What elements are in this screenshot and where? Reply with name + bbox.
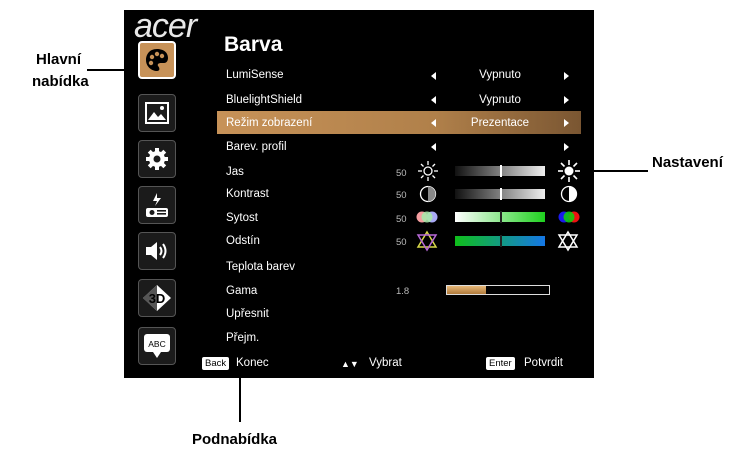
svg-text:3D: 3D [149, 291, 166, 306]
lumisense-value: Vypnuto [479, 69, 521, 81]
row-color-temperature[interactable]: Teplota barev [226, 261, 295, 273]
image-menu-button[interactable] [138, 94, 176, 132]
row-color-profile[interactable]: Barev. profil [226, 141, 287, 153]
back-key[interactable]: Back [202, 357, 230, 370]
row-reset[interactable]: Přejm. [226, 332, 259, 344]
color-profile-next-arrow[interactable] [564, 143, 569, 151]
gamma-value: 1.8 [396, 286, 410, 297]
row-advanced[interactable]: Upřesnit [226, 308, 269, 320]
tint-slider[interactable] [455, 235, 545, 247]
abc-language-icon: ABC [144, 334, 170, 358]
gear-icon [146, 148, 168, 170]
lumisense-next-arrow[interactable] [564, 72, 569, 80]
image-icon [145, 102, 169, 124]
row-gamma[interactable]: Gama [226, 285, 257, 297]
3d-menu-button[interactable]: 3D [138, 279, 176, 317]
language-menu-button[interactable]: ABC [138, 327, 176, 365]
callout-submenu-line [239, 372, 241, 422]
row-brightness[interactable]: Jas [226, 166, 244, 178]
callout-settings: Nastavení [652, 154, 723, 171]
brightness-value: 50 [396, 168, 407, 179]
color-profile-prev-arrow[interactable] [431, 143, 436, 151]
callout-main-menu-line [87, 69, 137, 71]
bluelight-next-arrow[interactable] [564, 96, 569, 104]
audio-menu-button[interactable] [138, 232, 176, 270]
callout-main-menu-line1: Hlavní [36, 51, 82, 68]
acer-logo: acer [134, 7, 197, 45]
select-arrows-icon: ▲▼ [341, 359, 359, 369]
3d-icon: 3D [143, 285, 171, 311]
enter-key[interactable]: Enter [486, 357, 515, 370]
color-menu-button[interactable] [138, 41, 176, 79]
contrast-low-icon [419, 185, 437, 203]
svg-text:ABC: ABC [148, 339, 165, 349]
callout-settings-line [580, 170, 648, 172]
power-management-icon [146, 193, 168, 217]
menu-title: Barva [224, 33, 283, 56]
row-contrast[interactable]: Kontrast [226, 188, 269, 200]
saturation-low-icon [416, 211, 438, 223]
settings-menu-button[interactable] [138, 140, 176, 178]
brightness-high-icon [558, 160, 580, 182]
saturation-value: 50 [396, 214, 407, 225]
lumisense-prev-arrow[interactable] [431, 72, 436, 80]
contrast-value: 50 [396, 190, 407, 201]
row-bluelightshield[interactable]: BluelightShield [226, 94, 302, 106]
row-saturation[interactable]: Sytost [226, 212, 258, 224]
back-label: Konec [236, 357, 269, 369]
select-label: Vybrat [369, 357, 402, 369]
display-mode-prev-arrow[interactable] [431, 119, 436, 127]
tint-value: 50 [396, 237, 407, 248]
gamma-slider[interactable] [446, 285, 550, 295]
contrast-slider[interactable] [455, 188, 545, 200]
gamma-slider-fill [447, 286, 486, 294]
callout-main-menu-line2: nabídka [32, 73, 89, 90]
management-menu-button[interactable] [138, 186, 176, 224]
palette-icon [146, 49, 168, 71]
row-display-mode[interactable]: Režim zobrazení [226, 117, 312, 129]
display-mode-next-arrow[interactable] [564, 119, 569, 127]
enter-label: Potvrdit [524, 357, 563, 369]
saturation-slider[interactable] [455, 211, 545, 223]
audio-icon [146, 242, 167, 260]
row-lumisense[interactable]: LumiSense [226, 69, 284, 81]
tint-high-icon [557, 230, 579, 252]
tint-low-icon [416, 230, 438, 252]
contrast-high-icon [560, 185, 578, 203]
brightness-low-icon [418, 161, 438, 181]
bluelight-value: Vypnuto [479, 94, 521, 106]
brightness-slider[interactable] [455, 165, 545, 177]
display-mode-value: Prezentace [470, 117, 530, 129]
callout-submenu: Podnabídka [192, 431, 278, 448]
saturation-high-icon [558, 211, 580, 223]
row-tint[interactable]: Odstín [226, 235, 260, 247]
bluelight-prev-arrow[interactable] [431, 96, 436, 104]
